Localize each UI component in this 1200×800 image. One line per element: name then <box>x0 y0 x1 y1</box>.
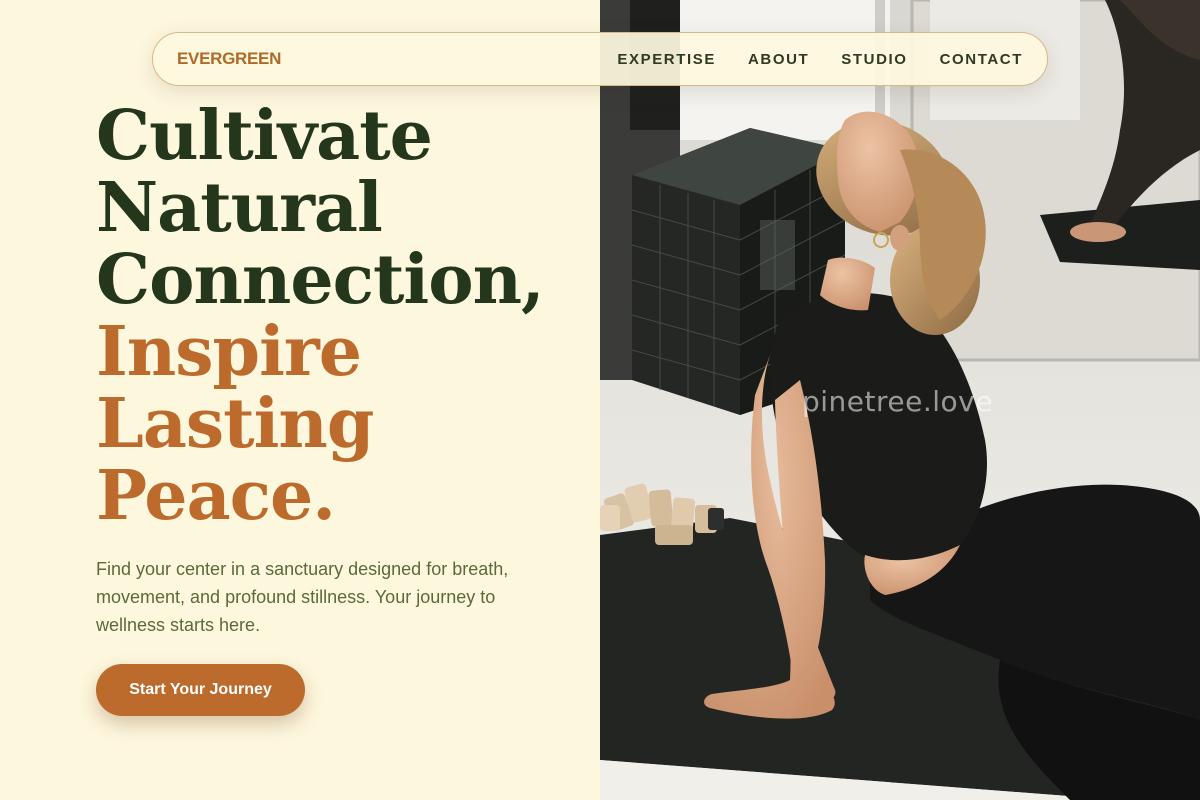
hero-content: Cultivate Natural Connection, Inspire La… <box>0 0 600 800</box>
nav-link-about[interactable]: ABOUT <box>748 51 809 68</box>
start-journey-button[interactable]: Start Your Journey <box>96 664 305 716</box>
top-navigation: EVERGREEN EXPERTISE ABOUT STUDIO CONTACT <box>152 32 1048 86</box>
hero-subtext: Find your center in a sanctuary designed… <box>96 559 509 635</box>
hero-headline: Cultivate Natural Connection, Inspire La… <box>96 96 545 536</box>
nav-link-studio[interactable]: STUDIO <box>841 51 907 68</box>
headline-accent-line: Inspire <box>96 312 362 392</box>
nav-link-contact[interactable]: CONTACT <box>940 51 1023 68</box>
headline-accent-line: Lasting <box>96 384 374 464</box>
headline-line: Cultivate <box>96 96 433 176</box>
headline-line: Connection, <box>96 240 545 320</box>
hero-photo: pinetree.love <box>600 0 1200 800</box>
nav-menu: EXPERTISE ABOUT STUDIO CONTACT <box>617 51 1023 68</box>
watermark-text: pinetree.love <box>802 385 993 418</box>
nav-link-expertise[interactable]: EXPERTISE <box>617 51 716 68</box>
headline-accent-line: Peace. <box>96 456 336 536</box>
headline-line: Natural <box>96 168 383 248</box>
brand-logo[interactable]: EVERGREEN <box>177 49 281 69</box>
